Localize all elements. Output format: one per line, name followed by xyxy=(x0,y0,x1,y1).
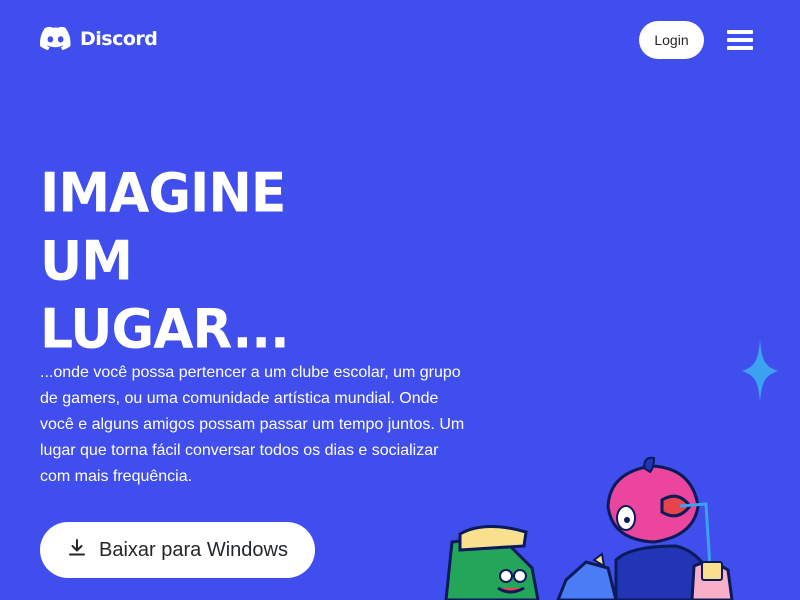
download-windows-button[interactable]: Baixar para Windows xyxy=(40,522,315,578)
characters-illustration xyxy=(440,450,800,600)
login-button[interactable]: Login xyxy=(639,21,704,59)
hero-description: ...onde você possa pertencer a um clube … xyxy=(40,364,465,485)
hamburger-menu-icon[interactable] xyxy=(724,26,756,54)
brand-name: Discord xyxy=(80,28,158,50)
download-icon xyxy=(67,538,87,563)
pink-character-illustration xyxy=(606,456,734,600)
hero-title-line: IMAGINE xyxy=(40,162,286,226)
download-button-label: Baixar para Windows xyxy=(99,538,288,561)
site-header: Discord Login xyxy=(0,0,800,80)
green-character-illustration xyxy=(444,524,540,600)
blue-character-illustration xyxy=(556,552,618,600)
hero-title: IMAGINE UM LUGAR... xyxy=(40,158,460,362)
brand-logo[interactable]: Discord xyxy=(40,27,158,51)
discord-logo-icon xyxy=(40,27,72,51)
hero-title-line: LUGAR... xyxy=(40,298,290,362)
sparkle-icon xyxy=(742,340,778,407)
hero-title-line: UM xyxy=(40,230,133,294)
